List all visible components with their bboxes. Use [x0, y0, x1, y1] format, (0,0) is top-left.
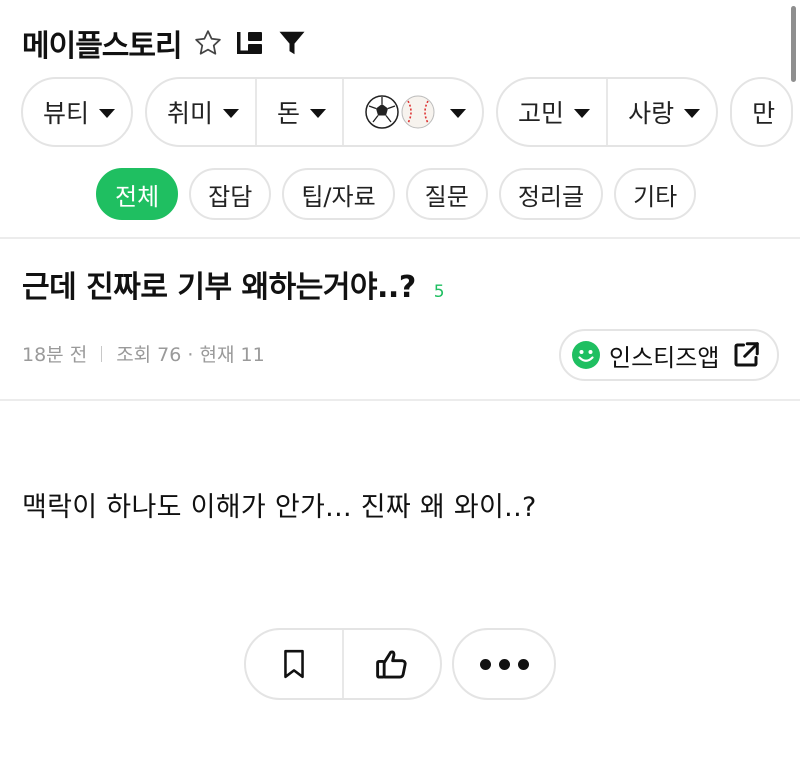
more-dots-icon	[517, 658, 529, 670]
caret-down-icon	[310, 109, 327, 118]
category-love[interactable]: 사랑	[606, 79, 716, 145]
tag-summary[interactable]: 정리글	[498, 168, 604, 220]
caret-down-icon	[99, 109, 116, 118]
comment-count[interactable]: 5	[434, 282, 445, 302]
category-group: 만	[730, 77, 794, 147]
star-outline-icon[interactable]	[192, 27, 224, 59]
tag-chat[interactable]: 잡담	[189, 168, 272, 220]
more-dots-icon	[479, 658, 491, 670]
tag-filter-row: 전체 잡담 팁/자료 질문 정리글 기타	[96, 168, 697, 220]
more-dots-icon	[498, 658, 510, 670]
caret-down-icon	[684, 109, 701, 118]
bookmark-button[interactable]	[246, 630, 342, 698]
post-title: 근데 진짜로 기부 왜하는거야..? 5	[22, 262, 445, 306]
divider	[0, 237, 800, 239]
category-label: 고민	[518, 99, 565, 128]
post-meta: 18분 전 조회 76 · 현재 11	[22, 340, 265, 367]
filter-icon[interactable]	[276, 27, 308, 59]
caret-down-icon	[223, 109, 240, 118]
category-label: 뷰티	[43, 99, 90, 128]
category-label: 취미	[167, 99, 214, 128]
board-list-icon[interactable]	[234, 27, 266, 59]
tag-etc[interactable]: 기타	[614, 168, 697, 220]
tag-tips[interactable]: 팁/자료	[282, 168, 395, 220]
category-group: 고민 사랑	[496, 77, 719, 147]
open-app-label: 인스티즈앱	[609, 343, 720, 372]
post-title-text: 근데 진짜로 기부 왜하는거야..?	[22, 270, 416, 305]
category-group: 취미 돈	[145, 77, 485, 147]
sports-balls-icon	[364, 94, 438, 130]
category-beauty[interactable]: 뷰티	[23, 79, 131, 145]
category-label: 만	[752, 99, 776, 128]
more-options-button[interactable]	[452, 628, 556, 700]
bookmark-icon	[281, 648, 307, 680]
caret-down-icon	[450, 109, 467, 118]
category-label: 사랑	[628, 99, 675, 128]
category-hobby[interactable]: 취미	[147, 79, 255, 145]
post-body: 맥락이 하나도 이해가 안가... 진짜 왜 와이..?	[22, 492, 537, 523]
tag-all[interactable]: 전체	[96, 168, 179, 220]
category-group: 뷰티	[21, 77, 134, 147]
open-app-button[interactable]: 인스티즈앱	[559, 329, 779, 381]
caret-down-icon	[574, 109, 591, 118]
post-views: 조회 76 · 현재 11	[116, 344, 265, 366]
scrollbar[interactable]	[791, 6, 796, 82]
board-title[interactable]: 메이플스토리	[22, 21, 183, 65]
tag-question[interactable]: 질문	[405, 168, 488, 220]
external-link-icon	[731, 340, 761, 370]
like-button[interactable]	[342, 630, 440, 698]
category-money[interactable]: 돈	[255, 79, 342, 145]
meta-separator	[101, 345, 103, 362]
category-row: 뷰티 취미 돈 고민 사랑 만	[21, 77, 794, 149]
category-sports[interactable]	[342, 79, 482, 145]
thumbs-up-icon	[375, 648, 409, 680]
divider	[0, 399, 800, 401]
category-label: 돈	[277, 99, 301, 128]
category-worry[interactable]: 고민	[498, 79, 606, 145]
smiley-icon	[571, 340, 601, 370]
board-header: 메이플스토리	[22, 18, 308, 68]
post-actions	[244, 628, 442, 700]
post-time: 18분 전	[22, 344, 88, 366]
category-more[interactable]: 만	[732, 79, 791, 145]
